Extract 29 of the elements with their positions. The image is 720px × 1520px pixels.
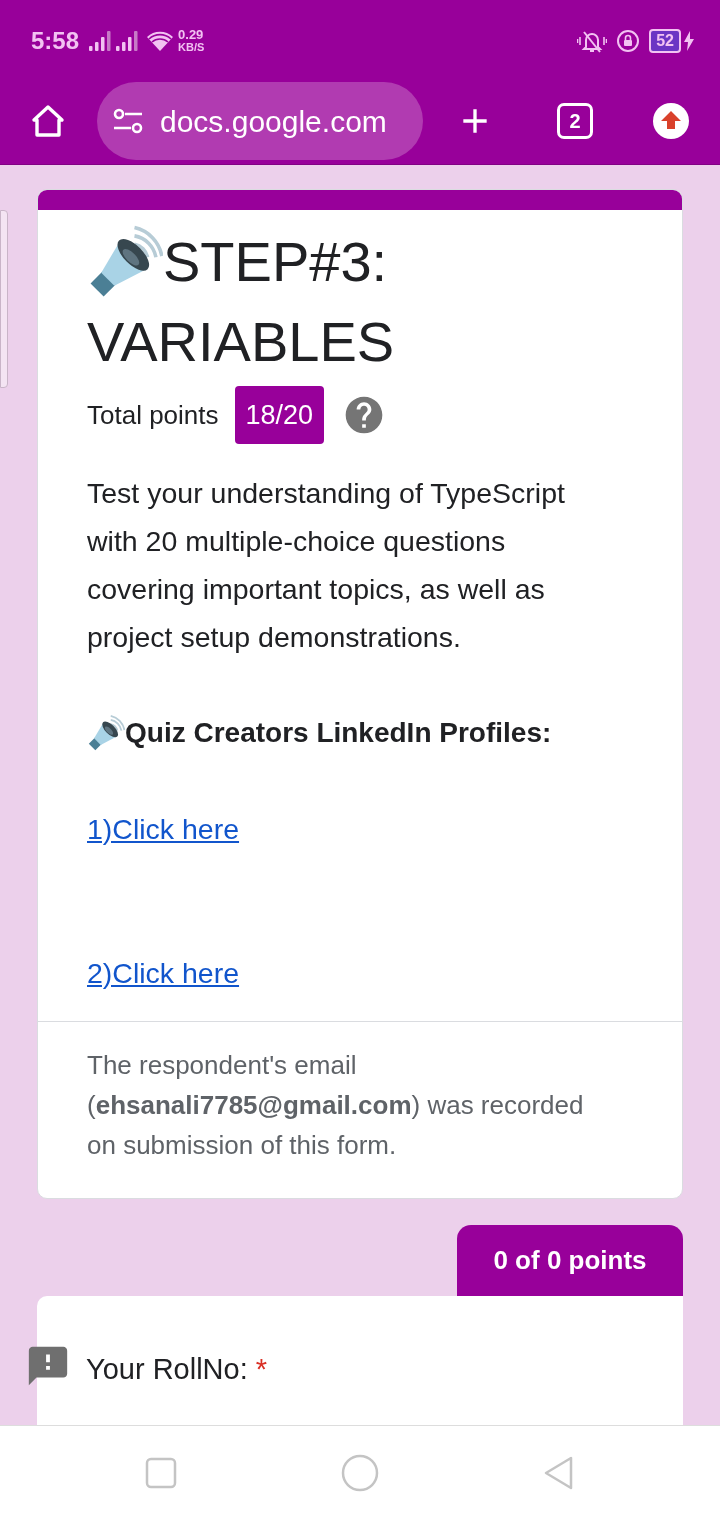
- signal-icon: [89, 31, 112, 51]
- rotation-lock-icon: [616, 29, 641, 53]
- total-points-label: Total points: [87, 398, 219, 432]
- status-time: 5:58: [31, 26, 80, 56]
- question-points-header: 0 of 0 points: [457, 1225, 683, 1296]
- tab-count[interactable]: 2: [557, 103, 593, 139]
- site-settings-icon[interactable]: [113, 108, 143, 134]
- vibrate-bell-off-icon: [577, 29, 608, 53]
- required-asterisk: *: [255, 1352, 268, 1388]
- network-speed-unit: KB/S: [178, 41, 205, 54]
- network-speed-value: 0.29: [178, 28, 205, 41]
- form-title: STEP#3:: [163, 229, 388, 295]
- email-recorded-note: The respondent's email (ehsanali7785@gmail.com) was recorded on submission of this form.: [87, 1049, 585, 1162]
- question-label: Your RollNo:: [86, 1352, 248, 1388]
- speaker-icon: [87, 714, 125, 752]
- url-bar[interactable]: docs.google.com: [97, 82, 423, 160]
- charging-bolt-icon: [684, 31, 694, 51]
- side-panel-handle[interactable]: [0, 210, 8, 388]
- battery-icon: 52: [649, 29, 681, 53]
- profile-link[interactable]: 2)Click here: [87, 951, 240, 995]
- url-text: docs.google.com: [160, 103, 387, 140]
- home-icon[interactable]: [30, 103, 66, 139]
- wifi-icon: [146, 30, 175, 52]
- form-description: Test your understanding of TypeScript with 20 multiple-choice questions covering important topics, as well as project setup demonstrations.: [87, 476, 566, 655]
- signal-icon: [116, 31, 139, 51]
- form-title: VARIABLES: [87, 309, 395, 375]
- profile-link[interactable]: 1)Click here: [87, 807, 240, 851]
- score-badge: 18/20: [234, 386, 325, 444]
- section-heading: Quiz Creators LinkedIn Profiles:: [125, 716, 552, 750]
